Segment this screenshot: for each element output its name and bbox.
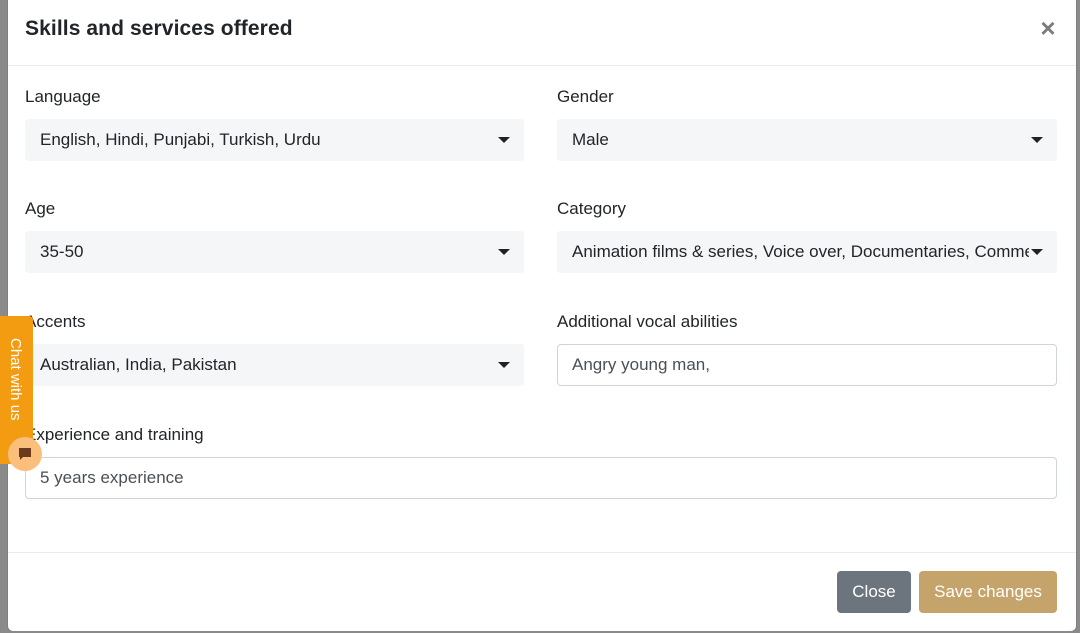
chat-tab-label: Chat with us bbox=[7, 338, 24, 421]
experience-label: Experience and training bbox=[25, 425, 204, 444]
vocal-abilities-input[interactable] bbox=[557, 344, 1057, 386]
category-select[interactable]: Animation films & series, Voice over, Do… bbox=[557, 231, 1057, 273]
language-select[interactable]: English, Hindi, Punjabi, Turkish, Urdu bbox=[25, 119, 524, 161]
chevron-down-icon bbox=[498, 137, 510, 143]
accents-select[interactable]: Australian, India, Pakistan bbox=[25, 344, 524, 386]
gender-select[interactable]: Male bbox=[557, 119, 1057, 161]
close-icon[interactable]: × bbox=[1038, 14, 1058, 42]
skills-modal: Skills and services offered × Language E… bbox=[8, 0, 1076, 631]
experience-input[interactable] bbox=[25, 457, 1057, 499]
chevron-down-icon bbox=[1031, 137, 1043, 143]
gender-label: Gender bbox=[557, 87, 614, 106]
language-select-value: English, Hindi, Punjabi, Turkish, Urdu bbox=[40, 130, 321, 149]
modal-title: Skills and services offered bbox=[25, 17, 293, 40]
language-label: Language bbox=[25, 87, 101, 106]
chat-icon bbox=[19, 448, 31, 460]
close-button[interactable]: Close bbox=[837, 571, 911, 613]
vocal-abilities-label: Additional vocal abilities bbox=[557, 312, 738, 331]
chevron-down-icon bbox=[498, 362, 510, 368]
save-changes-button[interactable]: Save changes bbox=[919, 571, 1057, 613]
accents-select-value: Australian, India, Pakistan bbox=[40, 355, 237, 374]
category-label: Category bbox=[557, 199, 626, 218]
age-select-value: 35-50 bbox=[40, 242, 84, 261]
modal-header: Skills and services offered × bbox=[8, 0, 1076, 66]
accents-label: Accents bbox=[25, 312, 86, 331]
category-select-value: Animation films & series, Voice over, Do… bbox=[572, 242, 1029, 261]
age-select[interactable]: 35-50 bbox=[25, 231, 524, 273]
chevron-down-icon bbox=[1031, 249, 1043, 255]
chat-bubble-button[interactable] bbox=[8, 437, 42, 471]
chevron-down-icon bbox=[498, 249, 510, 255]
modal-footer: Close Save changes bbox=[8, 552, 1076, 631]
gender-select-value: Male bbox=[572, 130, 609, 149]
age-label: Age bbox=[25, 199, 56, 218]
